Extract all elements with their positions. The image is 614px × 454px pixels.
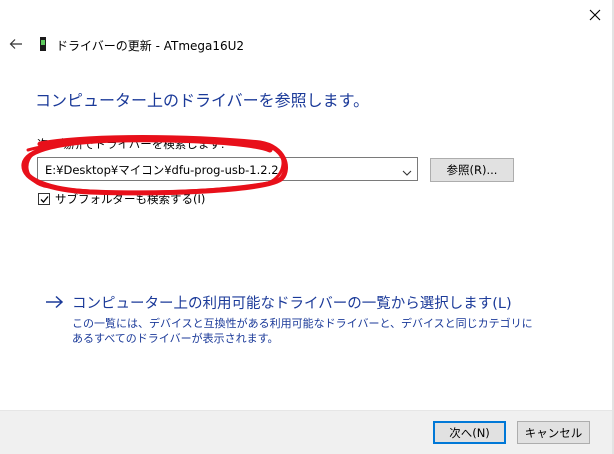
driver-path-value[interactable]: E:¥Desktop¥マイコン¥dfu-prog-usb-1.2.2	[45, 162, 279, 178]
next-button[interactable]: 次へ(N)	[433, 421, 506, 444]
search-location-label: 次の場所でドライバーを検索します:	[37, 137, 225, 151]
arrow-right-icon[interactable]	[44, 294, 66, 310]
window-title: ドライバーの更新 - ATmega16U2	[56, 39, 245, 53]
usb-device-icon	[40, 37, 46, 51]
red-circle-annotation	[21, 135, 288, 196]
chevron-down-icon[interactable]	[401, 164, 413, 176]
pick-from-list-link[interactable]: コンピューター上の利用可能なドライバーの一覧から選択します(L)	[72, 292, 512, 313]
cancel-button[interactable]: キャンセル	[517, 421, 590, 444]
pick-from-list-description: この一覧には、デバイスと互換性がある利用可能なドライバーと、デバイスと同じカテゴ…	[72, 317, 533, 345]
browse-button[interactable]: 参照(R)...	[430, 158, 514, 182]
close-icon[interactable]	[584, 6, 606, 24]
driver-path-combobox[interactable]: E:¥Desktop¥マイコン¥dfu-prog-usb-1.2.2	[37, 157, 418, 181]
page-heading: コンピューター上のドライバーを参照します。	[35, 91, 370, 110]
back-arrow-icon[interactable]	[8, 36, 24, 52]
include-subfolders-label[interactable]: サブフォルダーも検索する(I)	[55, 191, 205, 207]
include-subfolders-checkbox[interactable]	[38, 193, 50, 205]
